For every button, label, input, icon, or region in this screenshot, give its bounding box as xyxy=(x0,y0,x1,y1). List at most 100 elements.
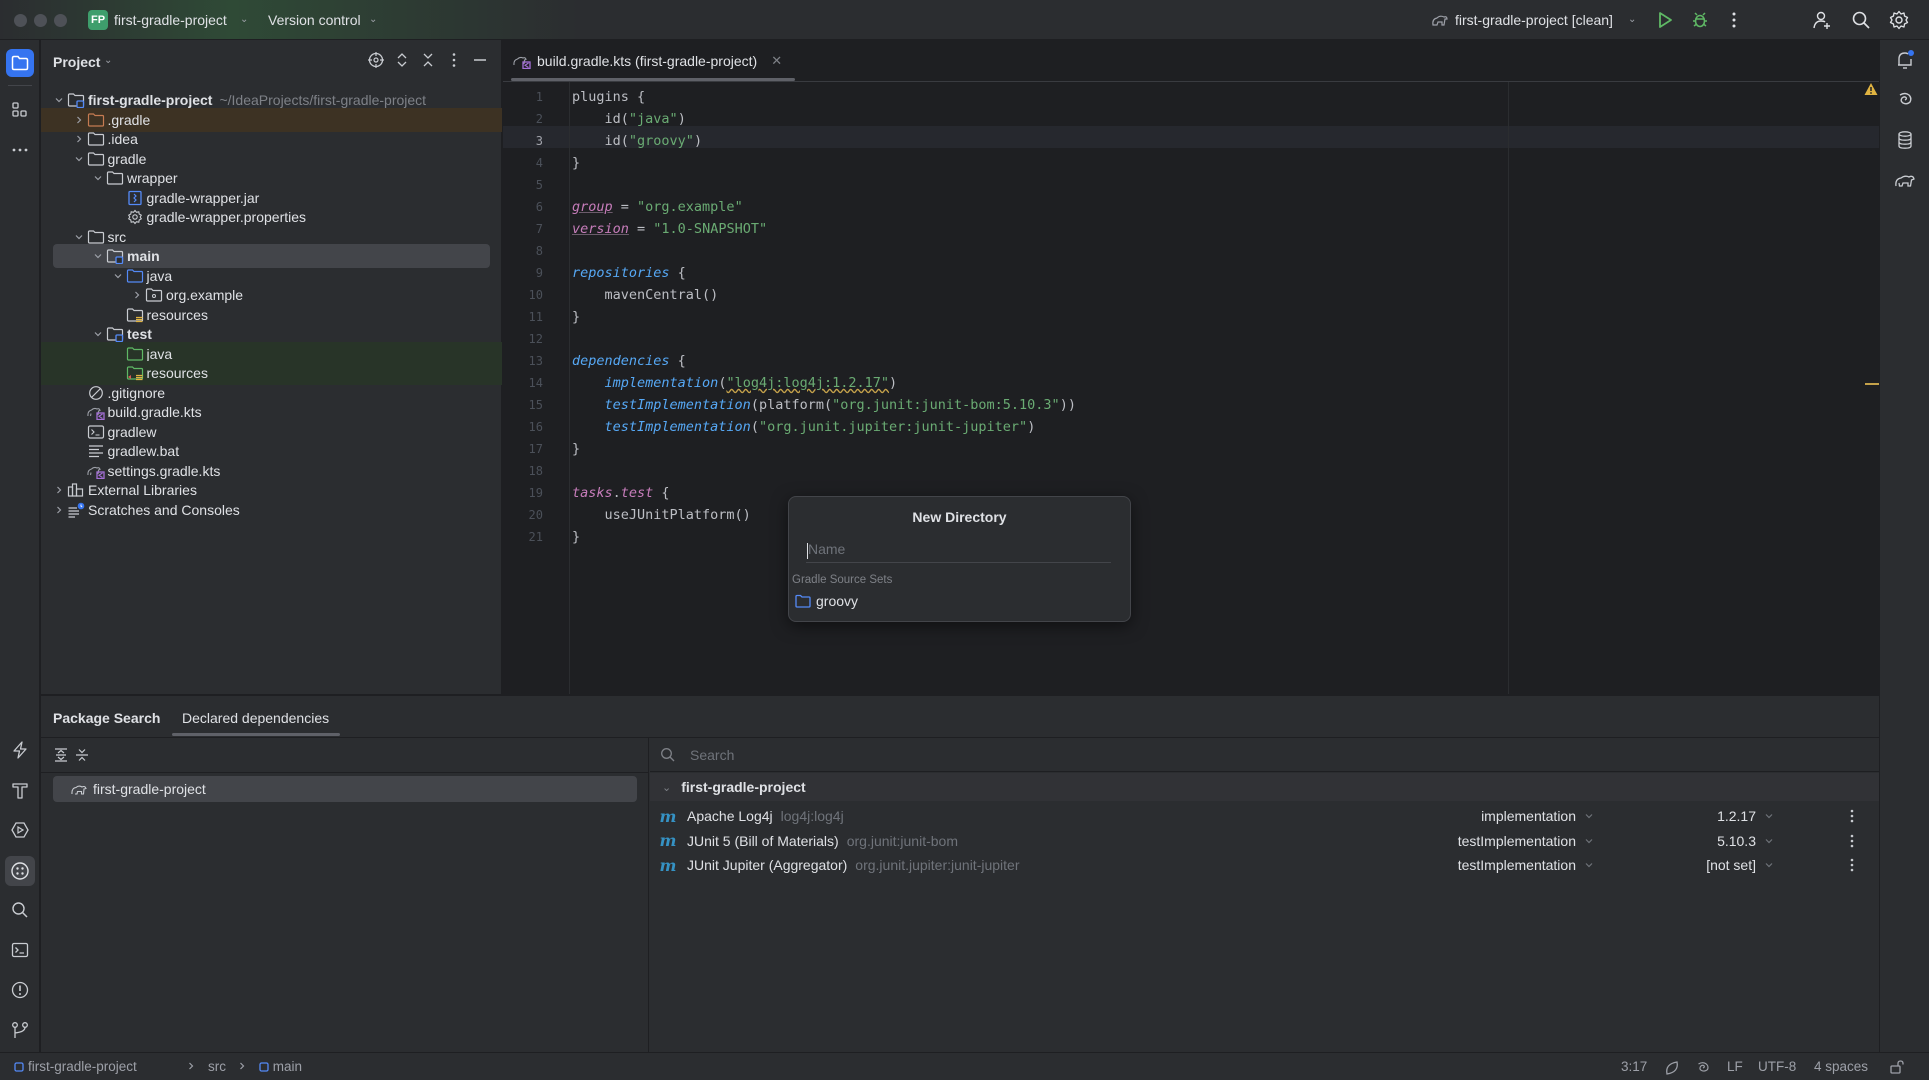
jar-icon xyxy=(126,190,144,206)
ai-spiral-icon[interactable] xyxy=(1695,1060,1711,1076)
structure-tool-button[interactable] xyxy=(8,98,32,122)
more-tool-windows-button[interactable] xyxy=(8,138,32,162)
gradle-kts-icon xyxy=(513,53,531,69)
code-line: testImplementation(platform("org.junit:j… xyxy=(572,394,1076,416)
window-zoom-button[interactable] xyxy=(54,14,67,27)
window-minimize-button[interactable] xyxy=(34,14,47,27)
scope-dropdown[interactable]: testImplementation xyxy=(1458,857,1594,873)
close-tab-icon[interactable]: ✕ xyxy=(771,53,782,69)
search-everywhere-icon[interactable] xyxy=(1851,10,1871,30)
chevron-down-icon: ⌄ xyxy=(369,14,378,25)
options-icon[interactable] xyxy=(445,51,463,69)
collapse-all-icon[interactable] xyxy=(419,51,437,69)
collapse-all-icon[interactable] xyxy=(74,747,90,763)
code-token: (platform( xyxy=(750,397,833,413)
scope-dropdown[interactable]: testImplementation xyxy=(1458,833,1594,849)
editor-tab-build-gradle-kts[interactable]: build.gradle.kts (first-gradle-project) … xyxy=(513,40,782,82)
chevron-down-icon xyxy=(1584,811,1594,821)
code-with-me-icon[interactable] xyxy=(1812,10,1832,30)
source-set-suggestion-groovy[interactable]: groovy xyxy=(795,593,858,609)
properties-gear-icon xyxy=(126,209,144,225)
code-editor[interactable]: 1 plugins {2 id("java") 3 id("groovy") 4} 5 6… xyxy=(503,82,1879,694)
chevron-down-icon[interactable] xyxy=(110,268,126,284)
code-token: testImplementation xyxy=(604,419,751,435)
services-tool-button[interactable] xyxy=(8,738,32,762)
chevron-right-icon[interactable] xyxy=(51,482,67,498)
line-separator[interactable]: LF xyxy=(1727,1059,1743,1074)
more-actions-icon[interactable] xyxy=(1847,858,1857,872)
indent-setting[interactable]: 4 spaces xyxy=(1814,1059,1868,1074)
read-only-lock-icon[interactable] xyxy=(1889,1059,1905,1075)
chevron-right-icon[interactable] xyxy=(71,131,87,147)
chevron-down-icon[interactable] xyxy=(90,170,106,186)
text-caret xyxy=(807,543,808,559)
version-dropdown[interactable]: 1.2.17 xyxy=(1717,808,1774,824)
code-token: mavenCentral() xyxy=(572,287,719,303)
more-actions-icon[interactable] xyxy=(1724,10,1744,30)
code-token: "org.junit.jupiter:junit-jupiter" xyxy=(758,419,1028,435)
version-dropdown[interactable]: 5.10.3 xyxy=(1717,833,1774,849)
tab-package-search[interactable]: Package Search xyxy=(53,710,160,726)
chevron-down-icon[interactable] xyxy=(90,248,106,264)
more-actions-icon[interactable] xyxy=(1847,809,1857,823)
file-encoding[interactable]: UTF-8 xyxy=(1758,1059,1796,1074)
active-tab-indicator xyxy=(172,733,340,736)
gradle-button[interactable] xyxy=(1893,168,1917,192)
git-branch-icon xyxy=(12,1022,28,1038)
tree-item[interactable]: Scratches and Consoles xyxy=(41,498,502,522)
breadcrumb-item[interactable]: src xyxy=(208,1059,226,1074)
locate-file-icon[interactable] xyxy=(367,51,385,69)
dependency-row[interactable]: m Apache Log4j log4j:log4j implementatio… xyxy=(650,804,1879,828)
expand-all-icon[interactable] xyxy=(53,747,69,763)
breadcrumb-item[interactable]: first-gradle-project xyxy=(14,1059,137,1074)
warning-stripe-marker[interactable] xyxy=(1865,383,1879,385)
cursor-position[interactable]: 3:17 xyxy=(1621,1059,1647,1074)
settings-gear-icon[interactable] xyxy=(1889,10,1909,30)
terminal-tool-button[interactable] xyxy=(8,938,32,962)
debug-button[interactable] xyxy=(1690,10,1710,30)
divider xyxy=(41,772,649,773)
problems-tool-button[interactable] xyxy=(8,978,32,1002)
tab-declared-dependencies[interactable]: Declared dependencies xyxy=(182,710,329,726)
run-tool-button[interactable] xyxy=(8,818,32,842)
notifications-button[interactable] xyxy=(1893,48,1917,72)
module-group-header[interactable]: ⌄ first-gradle-project xyxy=(650,773,1879,801)
breadcrumb-item[interactable]: main xyxy=(259,1059,302,1074)
version-dropdown[interactable]: [not set] xyxy=(1706,857,1774,873)
chevron-down-icon[interactable] xyxy=(51,92,67,108)
directory-name-input[interactable] xyxy=(806,535,1111,563)
chevron-right-icon[interactable] xyxy=(51,502,67,518)
git-tool-button[interactable] xyxy=(8,1018,32,1042)
database-button[interactable] xyxy=(1893,128,1917,152)
module-item-first-gradle-project[interactable]: first-gradle-project xyxy=(53,776,637,802)
dependencies-tool-button[interactable] xyxy=(5,856,35,886)
chevron-down-icon[interactable] xyxy=(71,151,87,167)
chevron-right-icon[interactable] xyxy=(129,287,145,303)
run-button[interactable] xyxy=(1655,10,1675,30)
chevron-right-icon xyxy=(237,1061,247,1071)
chevron-down-icon[interactable] xyxy=(90,326,106,342)
scope-dropdown[interactable]: implementation xyxy=(1481,808,1594,824)
expand-all-icon[interactable] xyxy=(393,51,411,69)
find-tool-button[interactable] xyxy=(8,898,32,922)
dependency-row[interactable]: m JUnit Jupiter (Aggregator) org.junit.j… xyxy=(650,853,1879,877)
ai-assistant-button[interactable] xyxy=(1893,88,1917,112)
code-line: group = "org.example" xyxy=(572,196,743,218)
window-close-button[interactable] xyxy=(14,14,27,27)
hide-panel-icon[interactable] xyxy=(471,51,489,69)
dependency-row[interactable]: m JUnit 5 (Bill of Materials) org.junit:… xyxy=(650,829,1879,853)
power-save-leaf-icon[interactable] xyxy=(1664,1060,1680,1076)
chevron-right-icon[interactable] xyxy=(71,112,87,128)
warning-icon[interactable] xyxy=(1864,82,1878,96)
code-token: implementation xyxy=(604,375,719,391)
project-tool-button[interactable] xyxy=(6,49,34,77)
line-number: 13 xyxy=(528,354,543,368)
dependency-search-input[interactable] xyxy=(690,746,1590,763)
more-actions-icon[interactable] xyxy=(1847,834,1857,848)
new-directory-popup: New Directory Gradle Source Sets groovy xyxy=(788,496,1131,622)
chevron-down-icon[interactable] xyxy=(71,229,87,245)
build-tool-button[interactable] xyxy=(8,778,32,802)
line-number: 19 xyxy=(528,486,543,500)
code-token: "1.0-SNAPSHOT" xyxy=(653,221,768,237)
